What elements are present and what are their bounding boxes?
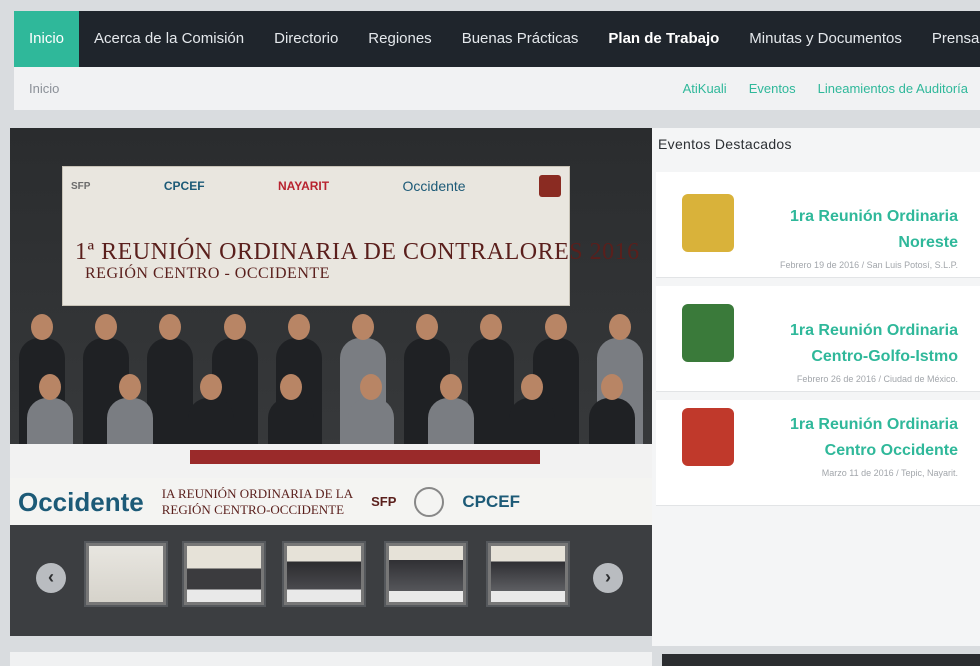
breadcrumb: Inicio — [29, 81, 60, 96]
state-shield-icon — [682, 408, 734, 466]
slide-thumbnail[interactable] — [182, 541, 266, 607]
image-slider: SFP CPCEF NAYARIT Occidente 1ª REUNIÓN O… — [10, 128, 652, 636]
event-title[interactable]: 1ra Reunión Ordinaria Noreste — [758, 204, 958, 256]
slide-thumbnail[interactable] — [384, 541, 468, 607]
nav-item-acerca[interactable]: Acerca de la Comisión — [79, 11, 259, 67]
slider-next-button[interactable]: › — [593, 563, 623, 593]
nav-item-prensa[interactable]: Prensa — [917, 11, 980, 67]
main-navbar: Inicio Acerca de la Comisión Directorio … — [14, 11, 980, 67]
nav-item-directorio[interactable]: Directorio — [259, 11, 353, 67]
slide-photo[interactable]: SFP CPCEF NAYARIT Occidente 1ª REUNIÓN O… — [10, 128, 652, 525]
slider-prev-button[interactable]: ‹ — [36, 563, 66, 593]
event-title[interactable]: 1ra Reunión Ordinaria Centro Occidente — [758, 412, 958, 464]
event-title-line2: Centro Occidente — [824, 442, 958, 459]
event-date: Febrero 19 de 2016 / San Luis Potosí, S.… — [780, 260, 958, 270]
plaque-text-line2: REGIÓN CENTRO-OCCIDENTE — [161, 501, 345, 517]
plaque-sfp-logo: SFP — [371, 494, 397, 509]
event-card[interactable]: 1ra Reunión Ordinaria Centro Occidente M… — [656, 400, 980, 506]
banner-logos: SFP CPCEF NAYARIT Occidente — [71, 173, 561, 199]
table-runner — [190, 450, 540, 464]
banner-title: 1ª REUNIÓN ORDINARIA DE CONTRALORES 2016 — [75, 239, 640, 265]
nav-item-buenas-practicas[interactable]: Buenas Prácticas — [447, 11, 594, 67]
event-title-line1: 1ra Reunión Ordinaria — [789, 322, 958, 339]
event-title-line1: 1ra Reunión Ordinaria — [789, 208, 958, 225]
state-shield-icon — [682, 194, 734, 252]
national-seal-icon — [414, 486, 445, 517]
nav-item-plan-de-trabajo[interactable]: Plan de Trabajo — [593, 11, 734, 67]
thumbnail-strip: ‹ › — [10, 525, 652, 636]
secondary-links: AtiKuali Eventos Lineamientos de Auditor… — [672, 81, 968, 96]
event-date: Marzo 11 de 2016 / Tepic, Nayarit. — [821, 468, 958, 478]
content-section-top — [10, 652, 652, 666]
featured-events-panel: Eventos Destacados 1ra Reunión Ordinaria… — [652, 128, 980, 646]
state-shield-icon — [682, 304, 734, 362]
event-date: Febrero 26 de 2016 / Ciudad de México. — [796, 374, 958, 384]
link-lineamientos[interactable]: Lineamientos de Auditoría — [807, 81, 968, 96]
link-eventos[interactable]: Eventos — [738, 81, 807, 96]
plaque-text: IA REUNIÓN ORDINARIA DE LA REGIÓN CENTRO… — [162, 486, 353, 518]
sfp-logo: SFP — [71, 180, 91, 192]
occidente-logo: Occidente — [402, 178, 466, 194]
slide-thumbnail[interactable] — [486, 541, 570, 607]
link-atikuali[interactable]: AtiKuali — [672, 81, 738, 96]
event-title-line1: 1ra Reunión Ordinaria — [789, 416, 958, 433]
breadcrumb-bar: Inicio AtiKuali Eventos Lineamientos de … — [14, 67, 980, 110]
events-heading: Eventos Destacados — [658, 136, 792, 152]
nav-item-inicio[interactable]: Inicio — [14, 11, 80, 67]
table-plaque: Occidente IA REUNIÓN ORDINARIA DE LA REG… — [10, 478, 652, 525]
sidebar-section-top — [662, 654, 980, 666]
slide-thumbnail[interactable] — [282, 541, 366, 607]
plaque-cpcef-logo: CPCEF — [462, 491, 521, 511]
state-seal-icon — [539, 175, 561, 197]
plaque-occidente-logo: Occidente — [18, 486, 144, 517]
banner-subtitle: REGIÓN CENTRO - OCCIDENTE — [85, 265, 330, 282]
nav-item-minutas[interactable]: Minutas y Documentos — [734, 11, 917, 67]
event-title-line2: Centro-Golfo-Istmo — [811, 348, 958, 365]
event-banner: SFP CPCEF NAYARIT Occidente 1ª REUNIÓN O… — [62, 166, 639, 306]
slide-thumbnail[interactable] — [84, 541, 168, 607]
cpcef-logo: CPCEF — [163, 179, 205, 193]
event-card[interactable]: 1ra Reunión Ordinaria Centro-Golfo-Istmo… — [656, 286, 980, 392]
nav-item-regiones[interactable]: Regiones — [353, 11, 446, 67]
event-card[interactable]: 1ra Reunión Ordinaria Noreste Febrero 19… — [656, 172, 980, 278]
nayarit-logo: NAYARIT — [277, 179, 330, 193]
plaque-text-line1: IA REUNIÓN ORDINARIA DE LA — [161, 485, 354, 501]
event-title[interactable]: 1ra Reunión Ordinaria Centro-Golfo-Istmo — [758, 318, 958, 370]
event-title-line2: Noreste — [898, 234, 958, 251]
